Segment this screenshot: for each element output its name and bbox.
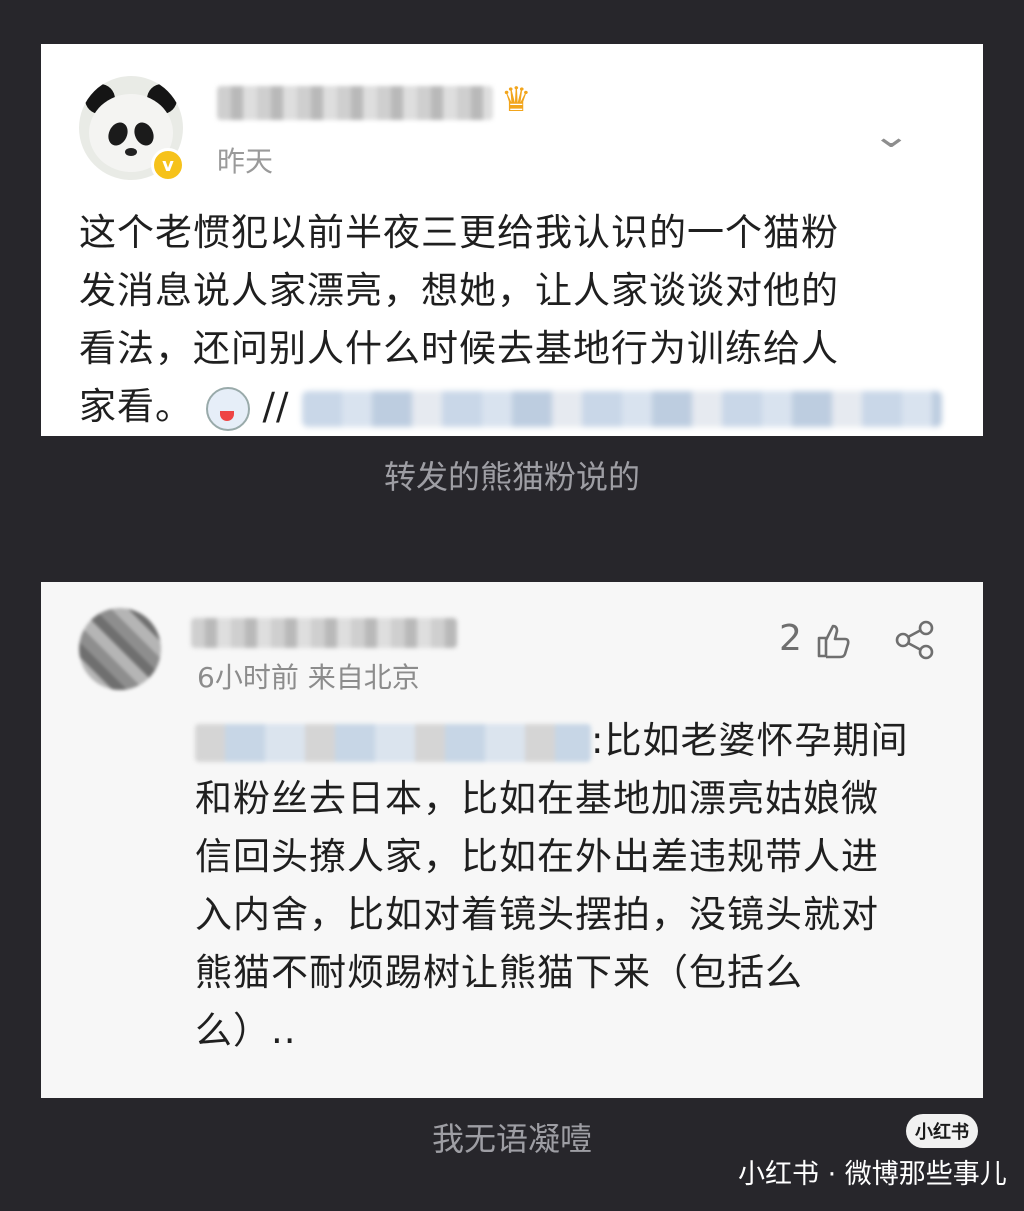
xiaohongshu-logo: 小红书 [906,1114,978,1148]
comment-line: 信回头撩人家，比如在外出差违规带人进 [195,835,879,878]
weibo-post-card: v ♛ 昨天 ⌄ 这个老惯犯以前半夜三更给我认识的一个猫粉 发消息说人家漂亮，想… [41,44,983,436]
watermark-text: 小红书 · 微博那些事儿 [738,1159,1007,1190]
blurred-commenter-name[interactable] [191,618,457,648]
comment-line: 和粉丝去日本，比如在基地加漂亮姑娘微 [195,777,879,820]
blurred-avatar[interactable] [79,608,161,690]
post-body: 这个老惯犯以前半夜三更给我认识的一个猫粉 发消息说人家漂亮，想她，让人家谈谈对他… [79,204,959,436]
post-line: 看法，还问别人什么时候去基地行为训练给人 [79,327,839,370]
comment-time-location: 6小时前 来自北京 [197,661,420,694]
post-time: 昨天 [217,145,274,178]
comment-body: :比如老婆怀孕期间 和粉丝去日本，比如在基地加漂亮姑娘微 信回头撩人家，比如在外… [195,712,955,1060]
comment-first-line: :比如老婆怀孕期间 [195,712,955,770]
blurred-username[interactable] [217,86,493,120]
post-line: 这个老惯犯以前半夜三更给我认识的一个猫粉 [79,211,839,254]
comment-card: 6小时前 来自北京 2 :比如老婆怀孕期间 和粉丝去日本，比如在基地加漂亮姑娘微… [41,582,983,1098]
thumbs-up-icon[interactable] [813,620,853,660]
share-icon[interactable] [893,620,937,660]
comment-line: 熊猫不耐烦踢树让熊猫下来（包括么 [195,951,803,994]
comment-line: 入内舍，比如对着镜头摆拍，没镜头就对 [195,893,879,936]
like-count: 2 [779,618,802,659]
husky-emoji-icon [205,386,250,431]
blurred-repost-text [302,390,943,427]
caption-top: 转发的熊猫粉说的 [383,458,640,496]
verified-badge-icon: v [151,148,185,182]
post-line: 发消息说人家漂亮，想她，让人家谈谈对他的 [79,269,839,312]
post-line-last: 家看。 // [79,378,959,436]
blurred-mention[interactable] [195,723,591,762]
chevron-down-icon[interactable]: ⌄ [871,116,911,156]
comment-mention-suffix: :比如老婆怀孕期间 [591,719,909,762]
repost-slashes: // [262,385,290,428]
crown-icon: ♛ [501,80,532,120]
post-line-prefix: 家看。 [79,385,193,428]
comment-line: 么）.. [195,1009,297,1052]
panda-nose [125,148,137,156]
